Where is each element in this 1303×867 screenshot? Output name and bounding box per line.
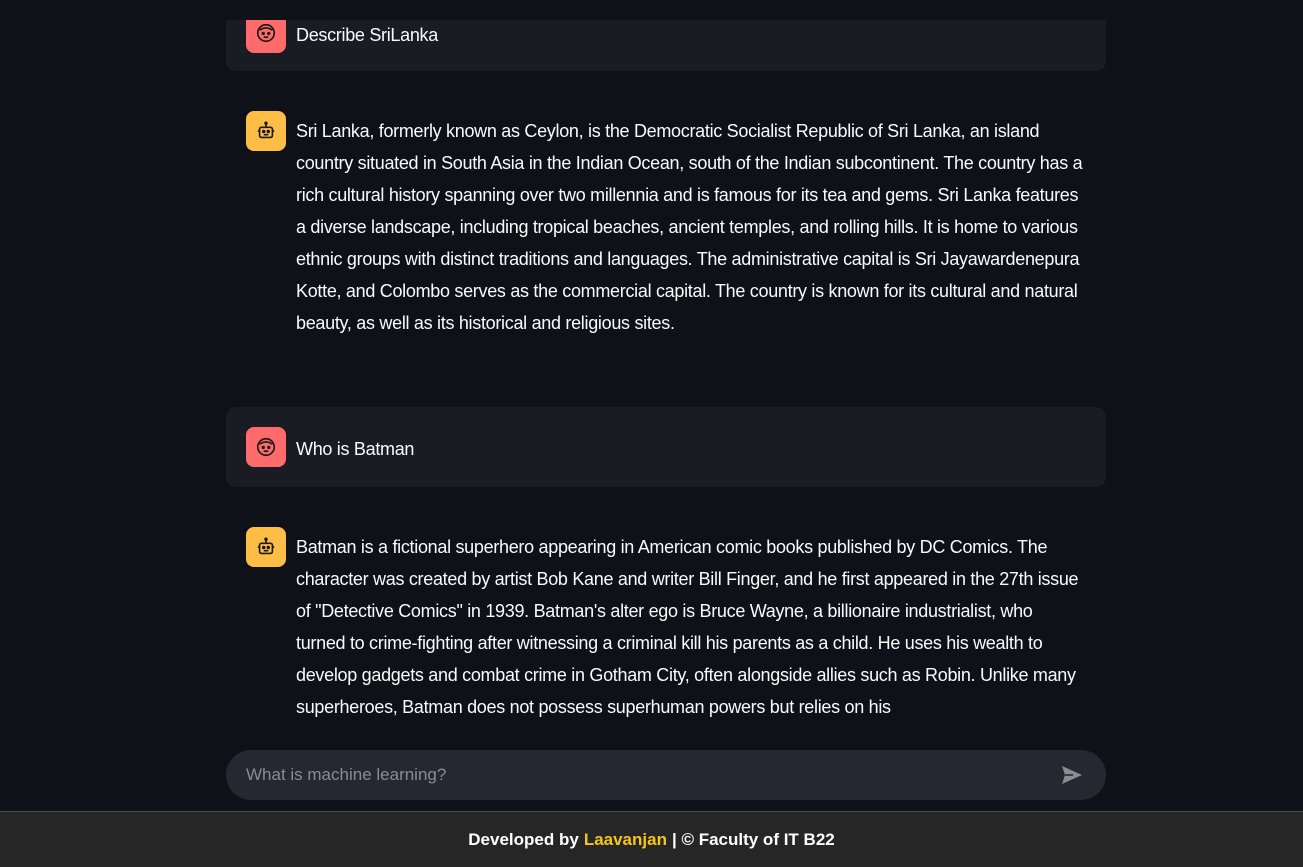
send-button[interactable] [1058,761,1086,789]
chat-history: Describe SriLanka Sri Lanka, formerly kn… [0,0,1303,730]
message-text: Who is Batman [296,439,415,459]
message-text: Describe SriLanka [296,25,438,45]
footer-suffix: | © Faculty of IT B22 [671,829,835,849]
send-icon [1062,766,1082,784]
chat-input[interactable] [246,765,1058,785]
message-text: Sri Lanka, formerly known as Ceylon, is … [296,121,1083,333]
robot-icon [246,111,286,151]
chat-message-assistant: Sri Lanka, formerly known as Ceylon, is … [226,95,1106,355]
footer: Developed by Laavanjan | © Faculty of IT… [0,811,1303,867]
chat-message-user: Who is Batman [226,407,1106,487]
chat-input-container [226,750,1106,800]
footer-prefix: Developed by [468,829,579,849]
message-text: Batman is a fictional superhero appearin… [296,537,1079,717]
header-bar [0,0,1303,20]
chat-message-assistant: Batman is a fictional superhero appearin… [226,511,1106,730]
robot-icon [246,527,286,567]
developer-name: Laavanjan [583,829,667,849]
user-face-icon [246,427,286,467]
